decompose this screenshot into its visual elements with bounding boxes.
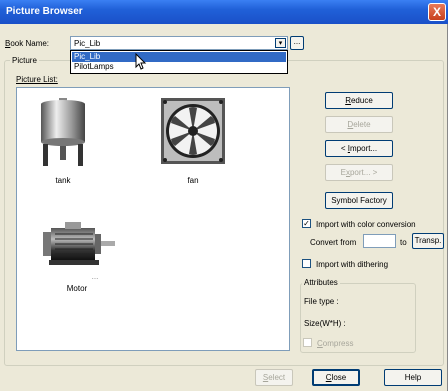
book-name-combobox[interactable]: Pic_Lib ▾ <box>70 36 288 50</box>
book-name-dropdown-list: Pic_Lib PilotLamps <box>70 50 288 74</box>
color-conversion-label: Import with color conversion <box>316 220 416 229</box>
color-conversion-checkbox[interactable]: ✓ <box>302 219 311 228</box>
book-name-value: Pic_Lib <box>74 39 101 48</box>
reduce-button[interactable]: Reduce <box>325 92 393 109</box>
picture-item-tank[interactable]: tank <box>33 96 93 185</box>
dithering-checkbox[interactable] <box>302 259 311 268</box>
picture-list-label: Picture List: <box>16 75 58 84</box>
book-name-dropdown-arrow-icon[interactable]: ▾ <box>275 38 286 48</box>
motor-decoration-dots: ... <box>91 272 99 281</box>
compress-checkbox[interactable] <box>303 338 312 347</box>
picture-item-motor[interactable]: ... Motor <box>37 222 117 300</box>
file-type-label: File type : <box>304 297 339 306</box>
picture-browser-dialog: Picture Browser X Book Name: Pic_Lib ▾ .… <box>0 0 448 391</box>
select-button[interactable]: Select <box>255 369 293 386</box>
convert-from-label: Convert from <box>310 238 357 247</box>
title-bar[interactable]: Picture Browser X <box>0 0 448 24</box>
tank-image <box>41 98 85 166</box>
import-button[interactable]: < Import... <box>325 140 393 157</box>
transp-button[interactable]: Transp. <box>412 233 444 249</box>
attributes-group-title: Attributes <box>302 278 340 287</box>
window-title: Picture Browser <box>6 6 83 17</box>
picture-caption: fan <box>187 176 199 185</box>
checkmark-icon: ✓ <box>303 219 310 228</box>
symbol-factory-button[interactable]: Symbol Factory <box>325 192 393 209</box>
picture-group-title: Picture <box>10 56 39 65</box>
compress-label: Compress <box>317 339 354 348</box>
export-button[interactable]: Export... > <box>325 164 393 181</box>
window-close-button[interactable]: X <box>428 3 446 21</box>
convert-from-input[interactable] <box>363 234 396 248</box>
mouse-cursor-icon <box>135 53 147 70</box>
fan-image <box>161 98 225 164</box>
motor-image <box>43 222 115 265</box>
size-label: Size(W*H) : <box>304 319 346 328</box>
picture-list[interactable]: tank fan ... Motor <box>16 87 290 351</box>
picture-caption: Motor <box>66 284 88 293</box>
browse-book-button[interactable]: ... <box>290 36 304 50</box>
picture-caption: tank <box>55 176 71 185</box>
dropdown-option-pilotlamps[interactable]: PilotLamps <box>72 62 286 72</box>
dithering-label: Import with dithering <box>316 260 389 269</box>
delete-button[interactable]: Delete <box>325 116 393 133</box>
help-button[interactable]: Help <box>384 369 442 386</box>
picture-item-fan[interactable]: fan <box>157 96 229 185</box>
to-label: to <box>400 238 407 247</box>
dropdown-option-pic-lib[interactable]: Pic_Lib <box>72 52 286 62</box>
book-name-label: Book Name: <box>5 39 50 48</box>
close-button[interactable]: Close <box>312 369 360 386</box>
